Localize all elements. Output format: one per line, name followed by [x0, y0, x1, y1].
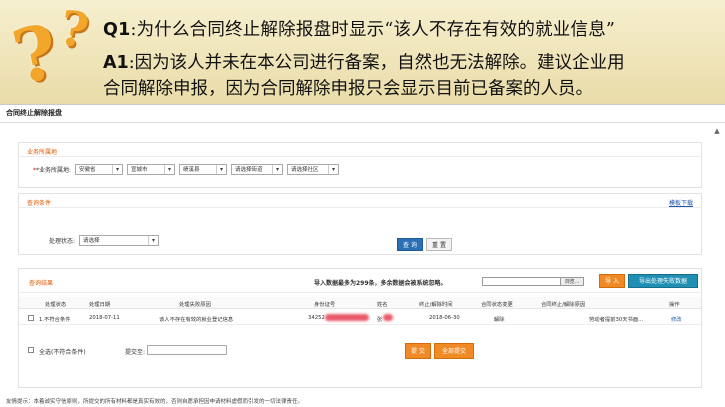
row-contract-reason: 劳动者提前30天书面...: [589, 317, 644, 323]
service-area-label: **业务所属地:: [33, 166, 72, 174]
import-button[interactable]: 导 入: [599, 274, 625, 288]
select-all-label: 全选(不符合条件): [39, 349, 86, 356]
submit-date-input[interactable]: [147, 345, 227, 355]
table-header: 处理状态 处理日期 处理失败原因 身份证号 姓名 终止/解除时间 合同状态变更 …: [19, 297, 701, 309]
answer-text: A1:因为该人并未在本公司进行备案，自然也无法解除。建议企业用 合同解除申报，因…: [103, 53, 625, 99]
chevron-down-icon: ▾: [164, 164, 174, 174]
col-contract-reason: 合同终止/解除原因: [541, 302, 586, 308]
query-button[interactable]: 查 询: [397, 238, 423, 251]
query-title: 查询条件 模板下载: [19, 194, 701, 208]
service-area-title: 业务所属地: [19, 143, 701, 157]
query-panel: 查询条件 模板下载 处理状态: 请选择 ▾ 查 询 重 置: [18, 193, 702, 255]
row-date: 2018-07-11: [89, 315, 120, 321]
submit-button[interactable]: 提 交: [405, 343, 431, 359]
tab-divider: [0, 122, 725, 123]
results-title: 查询结果: [29, 280, 54, 287]
chevron-down-icon: ▾: [216, 164, 226, 174]
row-fail-reason: 该人不存在有效的就业登记信息: [159, 317, 234, 323]
footer-note: 友情提示：本着诚实守信原则，所提交的所有材料都是真实有效的，否则自愿承担因申请材…: [6, 399, 304, 405]
col-id: 身份证号: [314, 302, 336, 308]
street-select[interactable]: 请选择街道 ▾: [231, 163, 284, 175]
county-select[interactable]: 绩溪县 ▾: [179, 163, 228, 175]
city-select[interactable]: 宣城市 ▾: [127, 163, 176, 175]
browse-button[interactable]: 浏览...: [560, 277, 584, 286]
reset-button[interactable]: 重 置: [426, 238, 452, 251]
edit-link[interactable]: 修改: [671, 315, 682, 323]
col-date: 处理日期: [89, 302, 111, 308]
app-page: 合同终止解除报盘 ▲ 业务所属地 **业务所属地: 安徽省 ▾ 宣城市 ▾ 绩溪县 ▾…: [0, 104, 725, 407]
chevron-down-icon: ▾: [272, 164, 282, 174]
select-all-checkbox[interactable]: [28, 347, 34, 353]
submit-all-button[interactable]: 全部提交: [434, 343, 474, 359]
scroll-up-icon[interactable]: ▲: [713, 127, 721, 135]
col-fail-reason: 处理失败原因: [179, 302, 211, 308]
row-checkbox[interactable]: [28, 315, 34, 321]
table-row: 1.不符合条件 2018-07-11 该人不存在有效的就业登记信息 34252 …: [19, 311, 701, 325]
import-notice: 导入数据最多为299条，多余数据会被系统忽略。: [314, 280, 447, 287]
submit-row: 全选(不符合条件) 提交至: 提 交 全部提交: [19, 341, 701, 361]
export-failed-button[interactable]: 导出处理失败数据: [628, 274, 698, 288]
redaction-mark: [325, 314, 369, 321]
chevron-down-icon: ▾: [328, 164, 338, 174]
status-select[interactable]: 请选择 ▾: [79, 234, 160, 246]
row-change: 解除: [494, 317, 505, 323]
chevron-down-icon: ▾: [112, 164, 122, 174]
chevron-down-icon: ▾: [148, 235, 158, 245]
row-end-date: 2018-06-30: [429, 315, 460, 321]
province-select[interactable]: 安徽省 ▾: [75, 163, 124, 175]
question-text: Q1:为什么合同终止解除报盘时显示“该人不存在有效的就业信息”: [103, 20, 616, 40]
row-id: 34252: [308, 315, 325, 321]
col-name: 姓名: [377, 302, 388, 308]
results-panel: 查询结果 导入数据最多为299条，多余数据会被系统忽略。 浏览... 导 入 导…: [18, 268, 702, 388]
service-area-panel: 业务所属地 **业务所属地: 安徽省 ▾ 宣城市 ▾ 绩溪县 ▾ 请选择街道 ▾ 请选择…: [18, 142, 702, 188]
redaction-mark: [383, 314, 393, 321]
col-end-date: 终止/解除时间: [419, 302, 453, 308]
col-change: 合同状态变更: [481, 302, 513, 308]
row-name: 张: [377, 317, 383, 323]
row-status: 1.不符合条件: [39, 317, 71, 323]
community-select[interactable]: 请选择社区 ▾: [287, 163, 340, 175]
slide-banner: ? ? Q1:为什么合同终止解除报盘时显示“该人不存在有效的就业信息” A1:因…: [0, 0, 725, 104]
template-download-link[interactable]: 模板下载: [669, 198, 693, 207]
col-action: 操作: [669, 302, 680, 308]
col-status: 处理状态: [45, 302, 67, 308]
submit-date-label: 提交至:: [125, 349, 146, 356]
page-tab-title[interactable]: 合同终止解除报盘: [6, 108, 62, 120]
question-mark-icon: ?: [55, 0, 93, 61]
status-label: 处理状态:: [49, 237, 76, 245]
